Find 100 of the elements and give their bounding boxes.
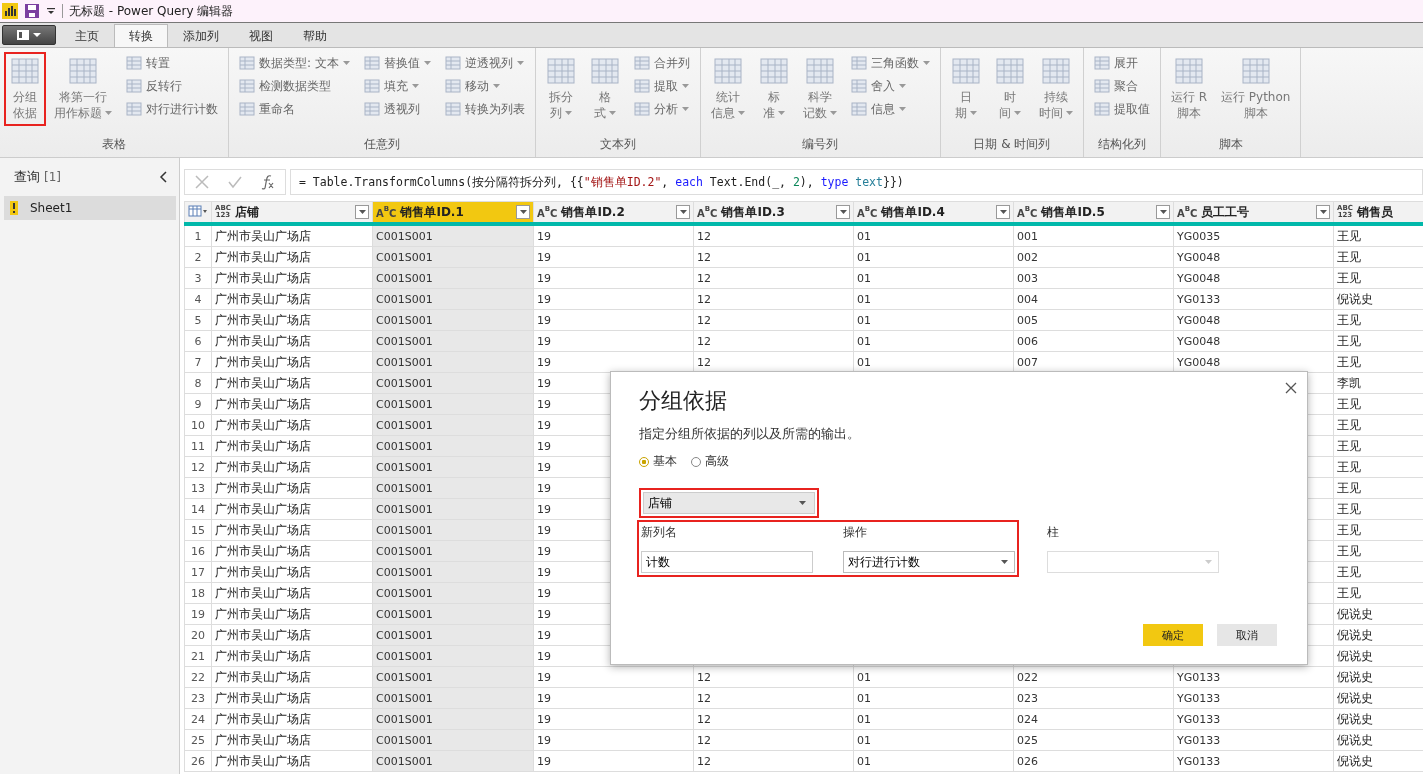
ribbon-button[interactable]: 展开 bbox=[1091, 52, 1152, 74]
group-label: 结构化列 bbox=[1096, 136, 1147, 153]
save-icon[interactable] bbox=[24, 3, 40, 19]
table-icon bbox=[363, 101, 380, 117]
table-cell: 王见 bbox=[1337, 417, 1361, 432]
table-icon bbox=[10, 56, 40, 86]
ribbon-button[interactable]: 标 准 bbox=[752, 52, 795, 126]
table-cell: C001S001 bbox=[376, 713, 433, 726]
ribbon-button[interactable]: 反转行 bbox=[124, 75, 220, 97]
table-cell: 01 bbox=[857, 734, 871, 747]
table-icon bbox=[1173, 56, 1204, 86]
ribbon-button[interactable]: 运行 R 脚本 bbox=[1164, 52, 1213, 126]
table-cell: C001S001 bbox=[376, 230, 433, 243]
file-menu-button[interactable] bbox=[2, 25, 56, 45]
ribbon-button[interactable]: 拆分 列 bbox=[539, 52, 582, 126]
table-cell: 王见 bbox=[1337, 501, 1361, 516]
filter-button[interactable] bbox=[1156, 205, 1170, 219]
table-cell: 007 bbox=[1017, 356, 1038, 369]
ribbon-button[interactable]: 透视列 bbox=[361, 98, 433, 120]
ribbon-button[interactable]: 格 式 bbox=[583, 52, 626, 126]
table-menu-button[interactable] bbox=[184, 201, 212, 224]
table-cell: 19 bbox=[537, 608, 551, 621]
input-field[interactable]: 计数 bbox=[641, 551, 813, 573]
ribbon-tab[interactable]: 主页 bbox=[60, 24, 114, 47]
app-icon[interactable] bbox=[2, 3, 18, 19]
query-item[interactable]: Sheet1 bbox=[4, 196, 176, 220]
ribbon-button[interactable]: 转置 bbox=[124, 52, 220, 74]
caret-icon bbox=[105, 111, 112, 115]
table-cell: 19 bbox=[537, 293, 551, 306]
table-cell: 广州市吴山广场店 bbox=[215, 753, 311, 768]
caret-icon bbox=[839, 210, 847, 214]
table-cell: 19 bbox=[537, 356, 551, 369]
ribbon-button[interactable]: 重命名 bbox=[237, 98, 352, 120]
ribbon-button[interactable]: 检测数据类型 bbox=[237, 75, 352, 97]
formula-text[interactable]: = Table.TransformColumns(按分隔符拆分列, {{"销售单ID.2", each Text.End(_, 2), type text}}) bbox=[290, 169, 1423, 195]
table-cell: 12 bbox=[697, 356, 711, 369]
ribbon-button[interactable]: 信息 bbox=[848, 98, 932, 120]
operation-dropdown[interactable]: 对行进行计数 bbox=[843, 551, 1015, 573]
radio-button[interactable]: 高级 bbox=[691, 453, 729, 470]
field-label: 操作 bbox=[843, 524, 868, 541]
column-dropdown[interactable]: 店铺 bbox=[643, 492, 815, 514]
caret-icon[interactable] bbox=[46, 6, 56, 16]
ribbon-button[interactable]: 逆透视列 bbox=[442, 52, 527, 74]
ribbon-button[interactable]: 日 期 bbox=[944, 52, 987, 126]
table-cell: 倪说史 bbox=[1337, 606, 1373, 621]
ribbon-tab[interactable]: 添加列 bbox=[168, 24, 234, 47]
close-icon[interactable] bbox=[1285, 382, 1297, 394]
table-cell: 12 bbox=[697, 755, 711, 768]
ribbon-button[interactable]: 提取值 bbox=[1091, 98, 1152, 120]
row-number: 13 bbox=[191, 481, 205, 495]
ribbon-tab[interactable]: 帮助 bbox=[288, 24, 342, 47]
ribbon-tab[interactable]: 视图 bbox=[234, 24, 288, 47]
caret-icon bbox=[799, 501, 806, 505]
table-cell: 倪说史 bbox=[1337, 711, 1373, 726]
ribbon-button[interactable]: 科学 记数 bbox=[796, 52, 843, 126]
table-icon bbox=[994, 56, 1025, 86]
table-cell: 王见 bbox=[1337, 270, 1361, 285]
table-cell: C001S001 bbox=[376, 419, 433, 432]
table-cell: 倪说史 bbox=[1337, 753, 1373, 768]
table-cell: 广州市吴山广场店 bbox=[215, 270, 311, 285]
ribbon-button[interactable]: 替换值 bbox=[361, 52, 433, 74]
ribbon-button[interactable]: 对行进行计数 bbox=[124, 98, 220, 120]
ribbon-button[interactable]: 运行 Python 脚本 bbox=[1215, 52, 1297, 126]
ribbon-button[interactable]: 分析 bbox=[631, 98, 692, 120]
ribbon-button[interactable]: 统计 信息 bbox=[704, 52, 751, 126]
ribbon-button[interactable]: 数据类型: 文本 bbox=[237, 52, 352, 74]
row-number: 16 bbox=[191, 544, 205, 558]
ribbon-button[interactable]: 持续 时间 bbox=[1032, 52, 1079, 126]
filter-button[interactable] bbox=[996, 205, 1010, 219]
table-icon bbox=[239, 101, 255, 117]
ribbon-tab[interactable]: 转换 bbox=[114, 24, 168, 47]
row-number: 20 bbox=[191, 628, 205, 642]
filter-button[interactable] bbox=[836, 205, 850, 219]
dialog-button[interactable]: 取消 bbox=[1217, 624, 1277, 646]
table-icon bbox=[444, 101, 461, 117]
table-cell: C001S001 bbox=[376, 482, 433, 495]
ribbon-button[interactable]: 将第一行 用作标题 bbox=[48, 52, 118, 126]
caret-icon bbox=[681, 84, 689, 88]
ribbon-button[interactable]: 三角函数 bbox=[848, 52, 932, 74]
dialog-button[interactable]: 确定 bbox=[1143, 624, 1203, 646]
ribbon-button[interactable]: 提取 bbox=[631, 75, 692, 97]
ribbon-button[interactable]: 移动 bbox=[442, 75, 527, 97]
filter-button[interactable] bbox=[355, 205, 369, 219]
filter-button[interactable] bbox=[1316, 205, 1330, 219]
ribbon-button[interactable]: 舍入 bbox=[848, 75, 932, 97]
ribbon-button[interactable]: 聚合 bbox=[1091, 75, 1152, 97]
group-label: 脚本 bbox=[1217, 136, 1244, 153]
collapse-icon[interactable] bbox=[159, 171, 169, 183]
filter-button[interactable] bbox=[516, 205, 530, 219]
filter-button[interactable] bbox=[676, 205, 690, 219]
ribbon-button[interactable]: 分组 依据 bbox=[4, 52, 46, 126]
table-cell: 广州市吴山广场店 bbox=[215, 480, 311, 495]
ribbon-button[interactable]: 转换为列表 bbox=[442, 98, 527, 120]
ribbon-button[interactable]: 合并列 bbox=[631, 52, 692, 74]
ribbon-button[interactable]: 时 间 bbox=[988, 52, 1031, 126]
check-icon[interactable] bbox=[228, 175, 242, 189]
ribbon-button[interactable]: 填充 bbox=[361, 75, 433, 97]
radio-button[interactable]: 基本 bbox=[639, 453, 677, 470]
function-icon[interactable] bbox=[261, 174, 276, 190]
row-number: 9 bbox=[194, 397, 202, 411]
